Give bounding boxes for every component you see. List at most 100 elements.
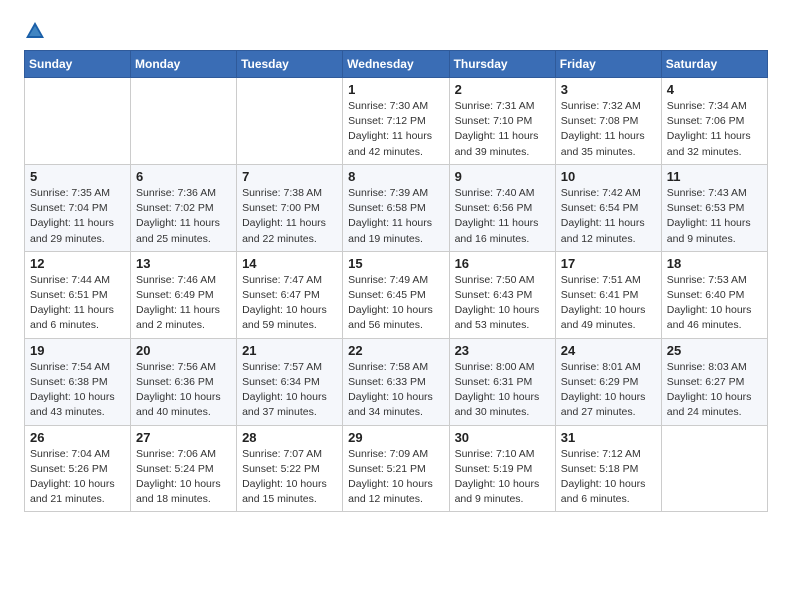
day-info: Sunrise: 7:47 AMSunset: 6:47 PMDaylight:… bbox=[242, 273, 337, 334]
day-number: 7 bbox=[242, 169, 337, 184]
day-info: Sunrise: 7:42 AMSunset: 6:54 PMDaylight:… bbox=[561, 186, 656, 247]
calendar-cell: 6 Sunrise: 7:36 AMSunset: 7:02 PMDaylight… bbox=[131, 164, 237, 251]
calendar-cell: 8 Sunrise: 7:39 AMSunset: 6:58 PMDaylight… bbox=[343, 164, 449, 251]
day-info: Sunrise: 8:03 AMSunset: 6:27 PMDaylight:… bbox=[667, 360, 762, 421]
calendar-cell: 16 Sunrise: 7:50 AMSunset: 6:43 PMDayligh… bbox=[449, 251, 555, 338]
day-info: Sunrise: 7:57 AMSunset: 6:34 PMDaylight:… bbox=[242, 360, 337, 421]
calendar-cell: 13 Sunrise: 7:46 AMSunset: 6:49 PMDayligh… bbox=[131, 251, 237, 338]
day-info: Sunrise: 7:10 AMSunset: 5:19 PMDaylight:… bbox=[455, 447, 550, 508]
day-number: 1 bbox=[348, 82, 443, 97]
day-number: 22 bbox=[348, 343, 443, 358]
calendar-cell: 4 Sunrise: 7:34 AMSunset: 7:06 PMDaylight… bbox=[661, 78, 767, 165]
day-info: Sunrise: 7:35 AMSunset: 7:04 PMDaylight:… bbox=[30, 186, 125, 247]
calendar-cell bbox=[25, 78, 131, 165]
day-number: 26 bbox=[30, 430, 125, 445]
calendar-week-5: 26Sunrise: 7:04 AMSunset: 5:26 PMDayligh… bbox=[25, 425, 768, 512]
calendar-cell: 17Sunrise: 7:51 AMSunset: 6:41 PMDayligh… bbox=[555, 251, 661, 338]
calendar-cell bbox=[131, 78, 237, 165]
day-info: Sunrise: 7:38 AMSunset: 7:00 PMDaylight:… bbox=[242, 186, 337, 247]
calendar-cell: 27 Sunrise: 7:06 AMSunset: 5:24 PMDayligh… bbox=[131, 425, 237, 512]
calendar-cell: 10 Sunrise: 7:42 AMSunset: 6:54 PMDayligh… bbox=[555, 164, 661, 251]
day-number: 4 bbox=[667, 82, 762, 97]
day-info: Sunrise: 7:34 AMSunset: 7:06 PMDaylight:… bbox=[667, 99, 762, 160]
day-info: Sunrise: 7:30 AMSunset: 7:12 PMDaylight:… bbox=[348, 99, 443, 160]
weekday-header-tuesday: Tuesday bbox=[237, 51, 343, 78]
calendar-cell: 3 Sunrise: 7:32 AMSunset: 7:08 PMDaylight… bbox=[555, 78, 661, 165]
calendar-cell: 1 Sunrise: 7:30 AMSunset: 7:12 PMDaylight… bbox=[343, 78, 449, 165]
calendar-week-3: 12 Sunrise: 7:44 AMSunset: 6:51 PMDayligh… bbox=[25, 251, 768, 338]
day-number: 20 bbox=[136, 343, 231, 358]
day-number: 25 bbox=[667, 343, 762, 358]
day-info: Sunrise: 7:56 AMSunset: 6:36 PMDaylight:… bbox=[136, 360, 231, 421]
weekday-header-thursday: Thursday bbox=[449, 51, 555, 78]
day-number: 13 bbox=[136, 256, 231, 271]
calendar-cell: 26Sunrise: 7:04 AMSunset: 5:26 PMDayligh… bbox=[25, 425, 131, 512]
day-info: Sunrise: 7:39 AMSunset: 6:58 PMDaylight:… bbox=[348, 186, 443, 247]
calendar-cell: 11 Sunrise: 7:43 AMSunset: 6:53 PMDayligh… bbox=[661, 164, 767, 251]
day-info: Sunrise: 7:32 AMSunset: 7:08 PMDaylight:… bbox=[561, 99, 656, 160]
day-number: 23 bbox=[455, 343, 550, 358]
day-info: Sunrise: 8:01 AMSunset: 6:29 PMDaylight:… bbox=[561, 360, 656, 421]
weekday-header-sunday: Sunday bbox=[25, 51, 131, 78]
day-info: Sunrise: 7:36 AMSunset: 7:02 PMDaylight:… bbox=[136, 186, 231, 247]
calendar-table: SundayMondayTuesdayWednesdayThursdayFrid… bbox=[24, 50, 768, 512]
calendar-cell: 9Sunrise: 7:40 AMSunset: 6:56 PMDaylight… bbox=[449, 164, 555, 251]
day-info: Sunrise: 7:43 AMSunset: 6:53 PMDaylight:… bbox=[667, 186, 762, 247]
calendar-cell: 23 Sunrise: 8:00 AMSunset: 6:31 PMDayligh… bbox=[449, 338, 555, 425]
calendar-cell: 20 Sunrise: 7:56 AMSunset: 6:36 PMDayligh… bbox=[131, 338, 237, 425]
day-info: Sunrise: 8:00 AMSunset: 6:31 PMDaylight:… bbox=[455, 360, 550, 421]
day-number: 29 bbox=[348, 430, 443, 445]
calendar-cell: 18Sunrise: 7:53 AMSunset: 6:40 PMDayligh… bbox=[661, 251, 767, 338]
day-info: Sunrise: 7:06 AMSunset: 5:24 PMDaylight:… bbox=[136, 447, 231, 508]
day-number: 2 bbox=[455, 82, 550, 97]
day-info: Sunrise: 7:12 AMSunset: 5:18 PMDaylight:… bbox=[561, 447, 656, 508]
day-number: 8 bbox=[348, 169, 443, 184]
day-number: 19 bbox=[30, 343, 125, 358]
day-info: Sunrise: 7:46 AMSunset: 6:49 PMDaylight:… bbox=[136, 273, 231, 334]
calendar-cell: 5 Sunrise: 7:35 AMSunset: 7:04 PMDaylight… bbox=[25, 164, 131, 251]
calendar-cell: 29 Sunrise: 7:09 AMSunset: 5:21 PMDayligh… bbox=[343, 425, 449, 512]
day-info: Sunrise: 7:50 AMSunset: 6:43 PMDaylight:… bbox=[455, 273, 550, 334]
calendar-cell: 12 Sunrise: 7:44 AMSunset: 6:51 PMDayligh… bbox=[25, 251, 131, 338]
logo-icon bbox=[24, 20, 46, 42]
day-number: 14 bbox=[242, 256, 337, 271]
calendar-cell: 22 Sunrise: 7:58 AMSunset: 6:33 PMDayligh… bbox=[343, 338, 449, 425]
day-info: Sunrise: 7:44 AMSunset: 6:51 PMDaylight:… bbox=[30, 273, 125, 334]
calendar-week-4: 19 Sunrise: 7:54 AMSunset: 6:38 PMDayligh… bbox=[25, 338, 768, 425]
day-info: Sunrise: 7:51 AMSunset: 6:41 PMDaylight:… bbox=[561, 273, 656, 334]
calendar-cell: 14 Sunrise: 7:47 AMSunset: 6:47 PMDayligh… bbox=[237, 251, 343, 338]
day-number: 3 bbox=[561, 82, 656, 97]
calendar-cell: 31 Sunrise: 7:12 AMSunset: 5:18 PMDayligh… bbox=[555, 425, 661, 512]
day-info: Sunrise: 7:31 AMSunset: 7:10 PMDaylight:… bbox=[455, 99, 550, 160]
calendar-cell: 2 Sunrise: 7:31 AMSunset: 7:10 PMDaylight… bbox=[449, 78, 555, 165]
day-number: 15 bbox=[348, 256, 443, 271]
day-number: 6 bbox=[136, 169, 231, 184]
day-number: 12 bbox=[30, 256, 125, 271]
day-info: Sunrise: 7:58 AMSunset: 6:33 PMDaylight:… bbox=[348, 360, 443, 421]
day-info: Sunrise: 7:49 AMSunset: 6:45 PMDaylight:… bbox=[348, 273, 443, 334]
day-number: 21 bbox=[242, 343, 337, 358]
calendar-week-2: 5 Sunrise: 7:35 AMSunset: 7:04 PMDaylight… bbox=[25, 164, 768, 251]
day-number: 5 bbox=[30, 169, 125, 184]
calendar-week-1: 1 Sunrise: 7:30 AMSunset: 7:12 PMDaylight… bbox=[25, 78, 768, 165]
calendar-cell: 30Sunrise: 7:10 AMSunset: 5:19 PMDayligh… bbox=[449, 425, 555, 512]
day-number: 28 bbox=[242, 430, 337, 445]
page-header bbox=[24, 20, 768, 42]
calendar-cell: 15 Sunrise: 7:49 AMSunset: 6:45 PMDayligh… bbox=[343, 251, 449, 338]
calendar-cell: 7 Sunrise: 7:38 AMSunset: 7:00 PMDaylight… bbox=[237, 164, 343, 251]
day-number: 16 bbox=[455, 256, 550, 271]
day-info: Sunrise: 7:09 AMSunset: 5:21 PMDaylight:… bbox=[348, 447, 443, 508]
day-number: 24 bbox=[561, 343, 656, 358]
weekday-header-friday: Friday bbox=[555, 51, 661, 78]
day-info: Sunrise: 7:40 AMSunset: 6:56 PMDaylight:… bbox=[455, 186, 550, 247]
calendar-cell bbox=[661, 425, 767, 512]
calendar-cell: 21 Sunrise: 7:57 AMSunset: 6:34 PMDayligh… bbox=[237, 338, 343, 425]
weekday-header-monday: Monday bbox=[131, 51, 237, 78]
day-number: 10 bbox=[561, 169, 656, 184]
day-number: 11 bbox=[667, 169, 762, 184]
day-number: 27 bbox=[136, 430, 231, 445]
weekday-header-wednesday: Wednesday bbox=[343, 51, 449, 78]
day-number: 31 bbox=[561, 430, 656, 445]
logo bbox=[24, 20, 48, 42]
day-info: Sunrise: 7:54 AMSunset: 6:38 PMDaylight:… bbox=[30, 360, 125, 421]
